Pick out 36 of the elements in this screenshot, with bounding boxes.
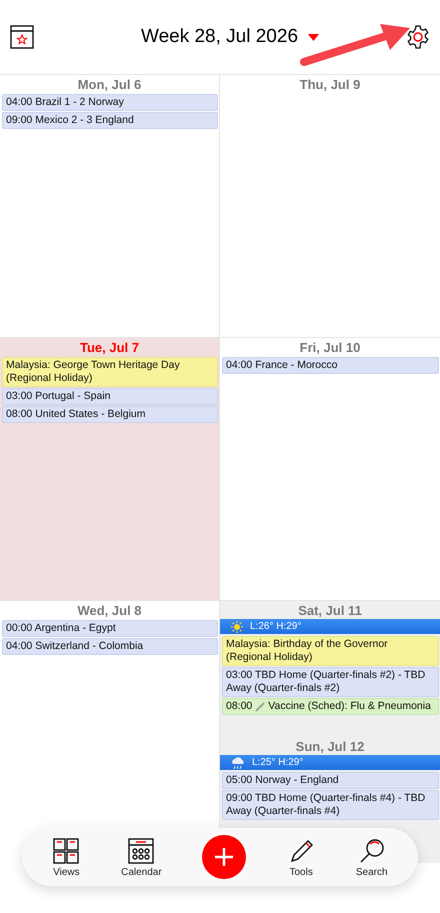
sun-icon	[230, 620, 244, 634]
week-title[interactable]: Week 28, Jul 2026	[140, 26, 320, 48]
day-heading[interactable]: Sun, Jul 12	[220, 737, 440, 755]
temperature-text: L:26° H:29°	[250, 621, 302, 632]
day-heading[interactable]: Mon, Jul 6	[0, 75, 219, 93]
plus-icon	[214, 847, 234, 867]
rain-cloud-icon	[230, 756, 246, 770]
caret-icon	[308, 34, 320, 40]
temperature-text: L:25° H:29°	[252, 757, 304, 768]
search-tab[interactable]: Search	[356, 836, 388, 878]
settings-icon[interactable]	[406, 25, 430, 49]
day-heading[interactable]: Thu, Jul 9	[220, 75, 440, 93]
calendar-tab[interactable]: Calendar	[121, 836, 162, 878]
event-item[interactable]: Malaysia: George Town Heritage Day (Regional Holiday)	[2, 357, 218, 387]
views-tab[interactable]: Views	[52, 836, 80, 878]
event-item[interactable]: 09:00 TBD Home (Quarter-finals #4) - TBD Away (Quarter-finals #4)	[222, 790, 439, 820]
day-heading[interactable]: Wed, Jul 8	[0, 601, 219, 619]
event-item[interactable]: 00:00 Argentina - Egypt	[2, 620, 218, 637]
event-item[interactable]: 03:00 TBD Home (Quarter-finals #2) - TBD Away (Quarter-finals #2)	[222, 667, 439, 697]
tools-tab[interactable]: Tools	[287, 836, 316, 878]
grid-icon	[52, 836, 80, 864]
event-item[interactable]: 05:00 Norway - England	[222, 772, 439, 789]
event-item[interactable]: Malaysia: Birthday of the Governor (Regional Holiday)	[222, 636, 439, 666]
event-item[interactable]: 09:00 Mexico 2 - 3 England	[2, 112, 218, 129]
calendar-icon	[127, 836, 156, 864]
day-heading[interactable]: Sat, Jul 11	[220, 601, 440, 619]
add-button[interactable]	[202, 835, 246, 879]
day-heading[interactable]: Fri, Jul 10	[220, 338, 440, 356]
event-item[interactable]: 04:00 Brazil 1 - 2 Norway	[2, 94, 218, 111]
event-item[interactable]: 04:00 France - Morocco	[222, 357, 439, 374]
event-item[interactable]: 04:00 Switzerland - Colombia	[2, 638, 218, 655]
event-item[interactable]: 08:00 United States - Belgium	[2, 406, 218, 423]
favorites-calendar-icon[interactable]	[10, 25, 34, 49]
event-item[interactable]: 03:00 Portugal - Spain	[2, 388, 218, 405]
syringe-icon	[255, 702, 266, 712]
event-item[interactable]: 08:00 Vaccine (Sched): Flu & Pneumonia	[222, 698, 439, 715]
